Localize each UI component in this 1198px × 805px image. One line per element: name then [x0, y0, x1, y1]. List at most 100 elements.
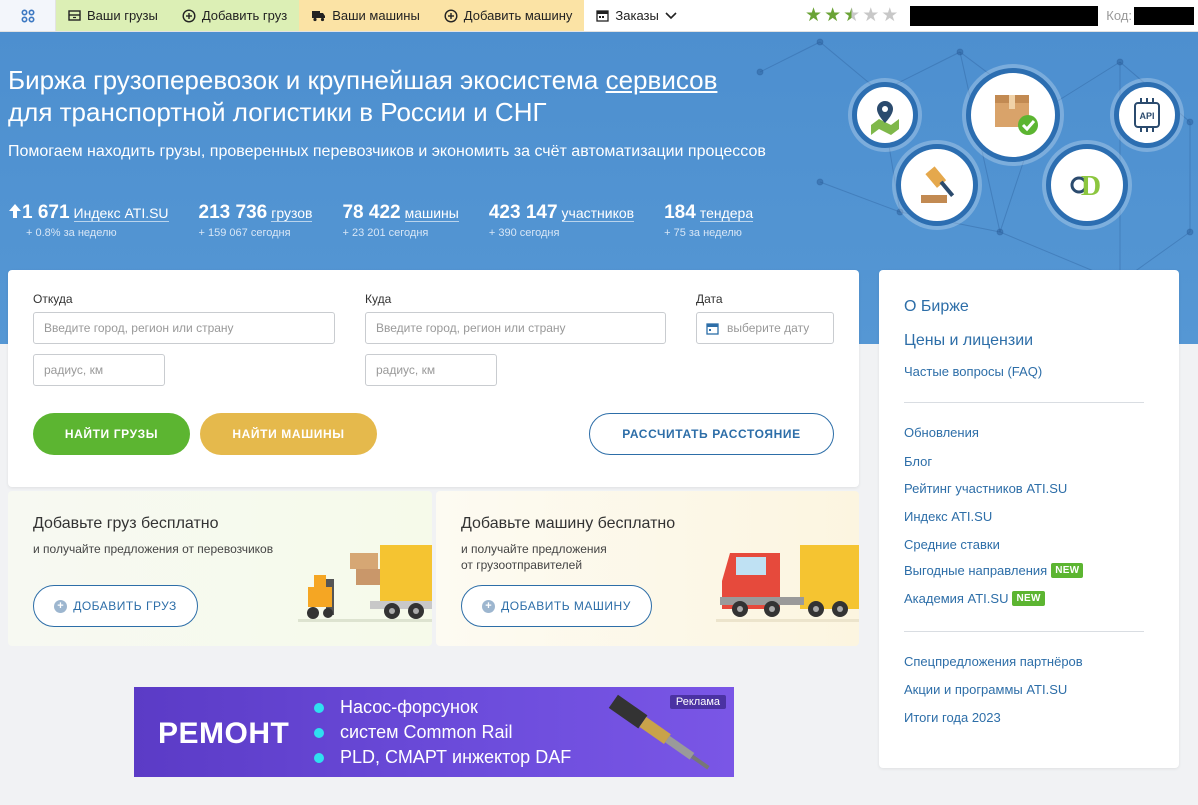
search-form-card: Откуда Куда Дата выберите дату НАЙТИ ГРУ… — [8, 270, 859, 487]
api-icon: API — [1134, 98, 1160, 132]
stat-index-label: Индекс ATI.SU — [73, 205, 169, 222]
stat-trucks-value: 78 422 — [342, 202, 401, 223]
map-pin-icon — [871, 101, 899, 135]
calendar-icon — [706, 322, 719, 335]
sidebar-link-index[interactable]: Индекс ATI.SU — [904, 509, 992, 524]
sidebar-link-rates[interactable]: Средние ставки — [904, 537, 1000, 552]
star-empty-icon: ★ — [862, 5, 880, 26]
plus-icon: + — [54, 599, 68, 613]
stat-trucks[interactable]: 78 422 машины + 23 201 сегодня — [342, 202, 459, 239]
user-name-redacted[interactable] — [910, 5, 1099, 26]
plus-circle-icon — [182, 8, 196, 23]
sidebar-link-updates[interactable]: Обновления — [904, 425, 979, 440]
from-city-input[interactable] — [33, 312, 335, 344]
sidebar-link-academy-label: Академия ATI.SU — [904, 591, 1009, 606]
promo-truck-subtitle-line1: и получайте предложения — [461, 542, 607, 556]
forklift-truck-illustration — [298, 545, 432, 622]
promo-add-cargo: Добавьте груз бесплатно и получайте пред… — [8, 491, 432, 646]
add-truck-button-label: ДОБАВИТЬ МАШИНУ — [501, 599, 631, 613]
stats-row: 1 671 Индекс ATI.SU + 0.8% за неделю 213 … — [8, 202, 783, 239]
hero-title-part1: Биржа грузоперевозок и крупнейшая экосис… — [8, 65, 606, 95]
service-tender-circle[interactable] — [896, 144, 978, 226]
cargo-box-icon — [68, 10, 81, 21]
nav-add-truck-label: Добавить машину — [463, 8, 573, 23]
star-half-icon: ★ — [843, 5, 861, 26]
red-truck-illustration — [716, 545, 859, 622]
sidebar-link-directions[interactable]: Выгодные направления NEW — [904, 563, 1084, 578]
nav-my-trucks[interactable]: Ваши машины — [299, 0, 432, 31]
service-d-circle[interactable]: D — [1046, 144, 1128, 226]
stat-members-value: 423 147 — [488, 202, 558, 223]
sidebar-link-year-results[interactable]: Итоги года 2023 — [904, 710, 1001, 725]
to-city-input[interactable] — [365, 312, 666, 344]
nav-orders-label: Заказы — [615, 8, 659, 23]
nav-my-cargo[interactable]: Ваши грузы — [56, 0, 170, 31]
sidebar-link-about[interactable]: О Бирже — [904, 298, 969, 316]
stat-index-value: 1 671 — [22, 202, 70, 223]
sidebar-link-prices[interactable]: Цены и лицензии — [904, 332, 1033, 350]
stat-tenders-label: тендера — [699, 205, 754, 222]
stat-index-delta: + 0.8% за неделю — [26, 227, 117, 239]
sidebar-link-promotions[interactable]: Акции и программы ATI.SU — [904, 682, 1067, 697]
promo-truck-subtitle-line2: от грузоотправителей — [461, 558, 583, 572]
star-empty-icon: ★ — [881, 5, 899, 26]
sidebar-divider — [904, 402, 1144, 403]
d-logo-icon: D — [1070, 171, 1101, 202]
arrow-up-icon — [9, 204, 21, 218]
nav-add-truck[interactable]: Добавить машину — [431, 0, 585, 31]
ad-bullet: Насос-форсунок — [314, 695, 571, 720]
service-cargo-check-circle[interactable] — [966, 68, 1060, 162]
hero-services-link[interactable]: сервисов — [606, 65, 718, 95]
calendar-icon — [596, 10, 610, 22]
d-logo-text: D — [1081, 171, 1101, 202]
sidebar-link-partner-offers[interactable]: Спецпредложения партнёров — [904, 654, 1083, 669]
star-filled-icon: ★ — [805, 5, 823, 26]
service-map-circle[interactable] — [852, 82, 918, 148]
hero-title-part2: для транспортной логистики в России и СН… — [8, 97, 547, 127]
user-code-redacted — [1134, 6, 1194, 25]
sidebar-link-blog[interactable]: Блог — [904, 454, 932, 469]
star-filled-icon: ★ — [824, 5, 842, 26]
sidebar-link-rating[interactable]: Рейтинг участников ATI.SU — [904, 481, 1067, 496]
sidebar-link-academy[interactable]: Академия ATI.SU NEW — [904, 591, 1045, 606]
stat-cargo[interactable]: 213 736 грузов + 159 067 сегодня — [199, 202, 313, 239]
to-radius-input[interactable] — [365, 354, 497, 386]
from-radius-input[interactable] — [33, 354, 165, 386]
stat-members-label: участников — [561, 205, 635, 222]
ad-headline: РЕМОНТ — [158, 717, 290, 750]
sidebar-links: О Бирже Цены и лицензии Частые вопросы (… — [879, 270, 1179, 768]
apps-grid-icon[interactable] — [0, 0, 56, 31]
hero-subtitle: Помогаем находить грузы, проверенных пер… — [8, 143, 766, 160]
sidebar-link-directions-label: Выгодные направления — [904, 563, 1048, 578]
promo-truck-title: Добавьте машину бесплатно — [461, 515, 676, 532]
promo-cargo-subtitle: и получайте предложения от перевозчиков — [33, 542, 274, 556]
api-icon-text: API — [1139, 111, 1154, 121]
nav-my-cargo-label: Ваши грузы — [87, 8, 158, 23]
add-cargo-button-label: ДОБАВИТЬ ГРУЗ — [73, 599, 177, 613]
calc-distance-button[interactable]: РАССЧИТАТЬ РАССТОЯНИЕ — [589, 413, 834, 455]
stat-tenders[interactable]: 184 тендера + 75 за неделю — [664, 202, 754, 239]
stat-members-delta: + 390 сегодня — [488, 227, 560, 239]
service-api-circle[interactable]: API — [1114, 82, 1180, 148]
nav-add-cargo[interactable]: Добавить груз — [169, 0, 300, 31]
nav-my-trucks-label: Ваши машины — [332, 8, 420, 23]
stat-index[interactable]: 1 671 Индекс ATI.SU + 0.8% за неделю — [8, 202, 169, 239]
date-picker[interactable]: выберите дату — [696, 312, 834, 344]
find-trucks-button[interactable]: НАЙТИ МАШИНЫ — [200, 413, 377, 455]
stat-trucks-delta: + 23 201 сегодня — [342, 227, 429, 239]
stat-trucks-label: машины — [404, 205, 459, 222]
advertisement-banner[interactable]: РЕМОНТ Насос-форсунок систем Common Rail… — [134, 687, 734, 777]
plus-circle-icon — [444, 8, 458, 23]
add-cargo-button[interactable]: + ДОБАВИТЬ ГРУЗ — [33, 585, 198, 627]
rating-stars: ★ ★ ★ ★ ★ — [795, 0, 898, 31]
date-label: Дата — [696, 292, 723, 306]
ad-bullet: систем Common Rail — [314, 720, 571, 745]
stat-members[interactable]: 423 147 участников + 390 сегодня — [488, 202, 635, 239]
new-badge: NEW — [1051, 563, 1084, 578]
add-truck-button[interactable]: + ДОБАВИТЬ МАШИНУ — [461, 585, 652, 627]
find-cargo-button[interactable]: НАЙТИ ГРУЗЫ — [33, 413, 190, 455]
nav-orders-dropdown[interactable]: Заказы — [584, 0, 689, 31]
sidebar-link-faq[interactable]: Частые вопросы (FAQ) — [904, 364, 1042, 379]
date-placeholder: выберите дату — [727, 321, 810, 335]
new-badge: NEW — [1012, 591, 1045, 606]
